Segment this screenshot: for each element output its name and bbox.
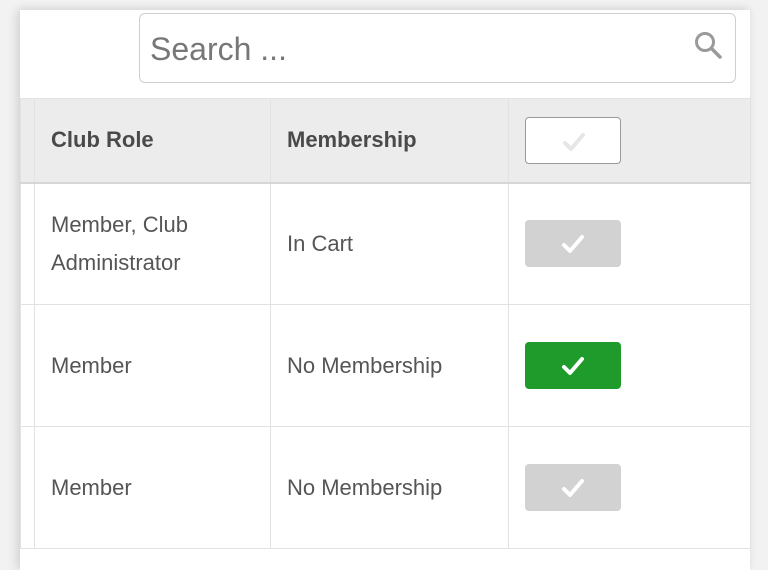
row-stub xyxy=(20,304,35,427)
membership-cell: No Membership xyxy=(270,426,509,549)
search-input[interactable] xyxy=(148,22,682,76)
search-icon[interactable] xyxy=(693,30,723,60)
row-stub xyxy=(20,426,35,549)
row-select-checkbox[interactable] xyxy=(525,220,621,268)
row-stub xyxy=(20,182,35,305)
table-row: Member No Membership xyxy=(20,304,751,427)
club-role-cell: Member, Club Administrator xyxy=(34,182,271,305)
select-cell xyxy=(508,426,751,549)
select-cell xyxy=(508,304,751,427)
table-row: Member, Club Administrator In Cart xyxy=(20,182,751,305)
membership-cell: In Cart xyxy=(270,182,509,305)
column-header-club-role[interactable]: Club Role xyxy=(34,98,271,184)
column-header-select xyxy=(508,98,751,184)
select-all-checkbox[interactable] xyxy=(525,116,621,164)
column-header-membership[interactable]: Membership xyxy=(270,98,509,184)
club-role-cell: Member xyxy=(34,426,271,549)
select-cell xyxy=(508,182,751,305)
members-table: Club Role Membership Member, Club Admini… xyxy=(20,98,751,549)
row-select-checkbox[interactable] xyxy=(525,342,621,389)
club-role-cell: Member xyxy=(34,304,271,427)
check-icon xyxy=(562,235,584,254)
check-icon xyxy=(563,132,585,151)
search-box[interactable] xyxy=(139,13,736,83)
table-header-row: Club Role Membership xyxy=(20,98,751,184)
row-select-checkbox[interactable] xyxy=(525,464,621,511)
membership-cell: No Membership xyxy=(270,304,509,427)
header-stub xyxy=(20,98,35,184)
table-row: Member No Membership xyxy=(20,426,751,549)
check-icon xyxy=(562,357,584,375)
check-icon xyxy=(562,479,584,497)
